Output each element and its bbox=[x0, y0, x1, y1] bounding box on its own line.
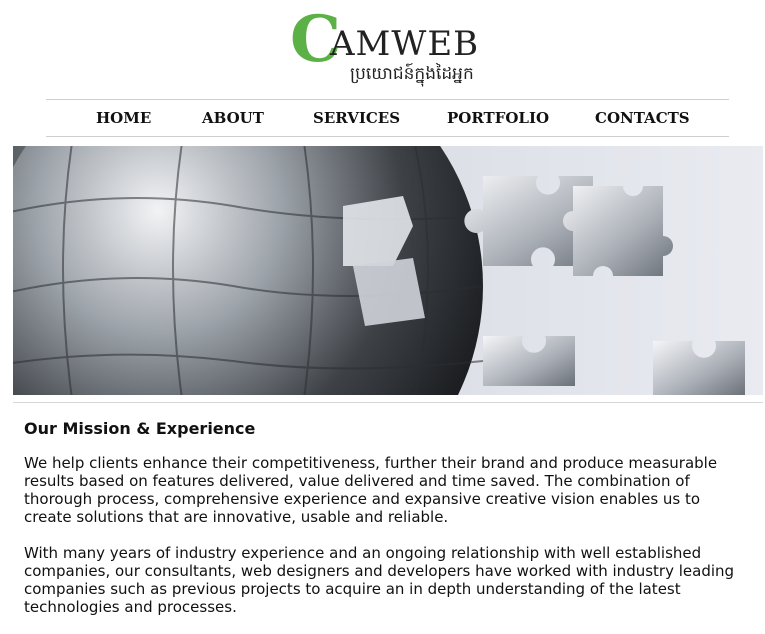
section-heading: Our Mission & Experience bbox=[24, 419, 256, 438]
nav-home[interactable]: HOME bbox=[96, 109, 151, 127]
main-content: Our Mission & Experience We help clients… bbox=[24, 418, 744, 634]
mission-paragraph: We help clients enhance their competitiv… bbox=[24, 454, 718, 526]
experience-paragraph: With many years of industry experience a… bbox=[24, 544, 735, 616]
hero-banner bbox=[13, 146, 763, 395]
nav-services[interactable]: SERVICES bbox=[313, 109, 400, 127]
nav-contacts[interactable]: CONTACTS bbox=[595, 109, 690, 127]
nav-portfolio[interactable]: PORTFOLIO bbox=[447, 109, 549, 127]
site-header: C AMWEB ប្រយោជន៍ក្នុងដៃអ្នក bbox=[0, 0, 765, 98]
content-divider bbox=[13, 402, 763, 403]
logo-wordmark: AMWEB bbox=[330, 24, 480, 64]
loose-puzzle-pieces bbox=[464, 176, 745, 395]
puzzle-globe-image bbox=[13, 146, 745, 395]
logo-tagline: ប្រយោជន៍ក្នុងដៃអ្នក bbox=[350, 64, 474, 84]
main-navigation: HOME ABOUT SERVICES PORTFOLIO CONTACTS bbox=[46, 99, 729, 137]
nav-about[interactable]: ABOUT bbox=[202, 109, 264, 127]
site-logo[interactable]: C AMWEB ប្រយោជន៍ក្នុងដៃអ្នក bbox=[290, 8, 490, 92]
